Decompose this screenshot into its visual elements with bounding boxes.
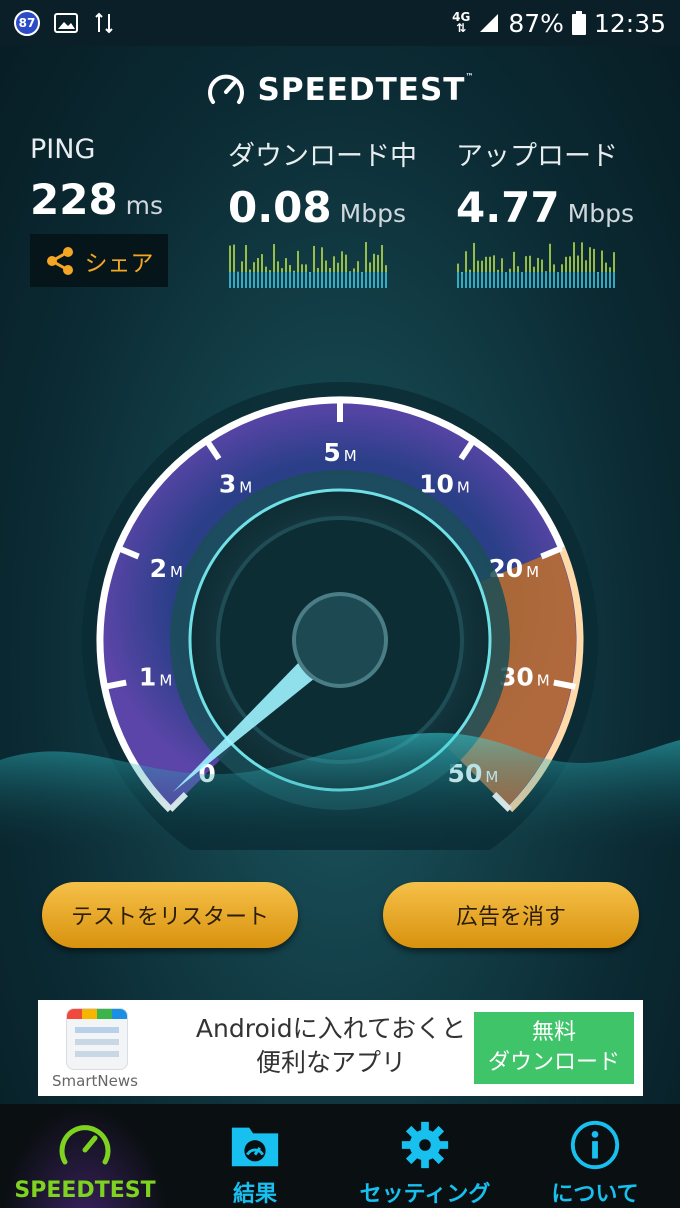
share-button[interactable]: シェア: [30, 234, 168, 287]
speed-gauge: 01M2M3M5M10M20M30M50M: [0, 382, 680, 850]
ping-label: PING: [30, 134, 96, 165]
results-icon: [231, 1127, 279, 1167]
nav-settings-label: セッティング: [359, 1182, 491, 1207]
upload-unit: Mbps: [567, 199, 634, 228]
nav-settings[interactable]: セッティング: [340, 1104, 510, 1208]
clock: 12:35: [593, 8, 666, 38]
battery-percent: 87%: [508, 8, 564, 38]
app-header: SPEEDTEST™: [0, 70, 680, 110]
battery-icon: [571, 11, 586, 35]
ad-banner[interactable]: SmartNews Androidに入れておくと 便利なアプリ 無料 ダウンロー…: [38, 1000, 643, 1096]
download-metric: ダウンロード中 0.08 Mbps: [228, 134, 417, 232]
ad-text: Androidに入れておくと 便利なアプリ: [166, 1012, 496, 1080]
upload-value: 4.77: [456, 183, 560, 232]
speedtest-logo-icon: [207, 74, 244, 104]
download-sparkline: [229, 242, 387, 288]
notification-badge: 87: [14, 10, 40, 36]
smartnews-logo-icon: [66, 1008, 128, 1070]
wave-decoration: [0, 732, 680, 850]
status-left: 87: [14, 10, 116, 36]
info-icon: [570, 1120, 620, 1170]
ad-brand: SmartNews: [52, 1072, 138, 1090]
gear-icon: [401, 1121, 449, 1169]
ad-text-line1: Androidに入れておくと: [195, 1014, 467, 1043]
restart-test-button[interactable]: テストをリスタート: [42, 882, 298, 948]
ad-cta-line2: ダウンロード: [487, 1050, 620, 1075]
nav-about-label: について: [551, 1182, 639, 1207]
nav-results[interactable]: 結果: [170, 1104, 340, 1208]
ping-unit: ms: [125, 191, 164, 220]
network-type: 4G ⇅: [452, 10, 471, 35]
app-title: SPEEDTEST™: [257, 72, 475, 108]
nav-speedtest[interactable]: SPEEDTEST: [0, 1104, 170, 1208]
status-right: 4G ⇅ 87% 12:35: [452, 9, 666, 38]
signal-icon: [480, 14, 499, 32]
upload-metric: アップロード 4.77 Mbps: [456, 134, 634, 232]
upload-label: アップロード: [456, 141, 618, 172]
ping-value: 228: [30, 175, 118, 224]
ping-metric: PING 228 ms: [30, 134, 163, 224]
gauge-tick: [553, 679, 576, 690]
needle-cap: [292, 592, 388, 688]
upload-sparkline: [457, 242, 615, 288]
upload-value-row: 4.77 Mbps: [456, 183, 634, 232]
ping-value-row: 228 ms: [30, 175, 163, 224]
ad-cta-line1: 無料: [531, 1020, 576, 1045]
nav-about[interactable]: について: [510, 1104, 680, 1208]
nav-speedtest-label: SPEEDTEST: [14, 1178, 156, 1203]
status-bar: 87 4G ⇅ 87% 12:35: [0, 0, 680, 46]
download-value-row: 0.08 Mbps: [228, 183, 417, 232]
share-label: シェア: [84, 250, 154, 277]
gauge-icon: [59, 1125, 111, 1165]
download-label: ダウンロード中: [228, 141, 417, 172]
ad-text-line2: 便利なアプリ: [255, 1048, 406, 1077]
image-icon: [54, 13, 78, 33]
download-unit: Mbps: [339, 199, 406, 228]
remove-ads-button[interactable]: 広告を消す: [383, 882, 639, 948]
nav-results-label: 結果: [232, 1182, 277, 1207]
data-transfer-icon: [95, 12, 113, 34]
bottom-nav: SPEEDTEST 結果 セッティング について: [0, 1104, 680, 1208]
download-value: 0.08: [228, 183, 332, 232]
gauge-tick: [104, 679, 127, 690]
ad-download-button[interactable]: 無料 ダウンロード: [474, 1012, 634, 1084]
share-icon: [46, 246, 73, 275]
